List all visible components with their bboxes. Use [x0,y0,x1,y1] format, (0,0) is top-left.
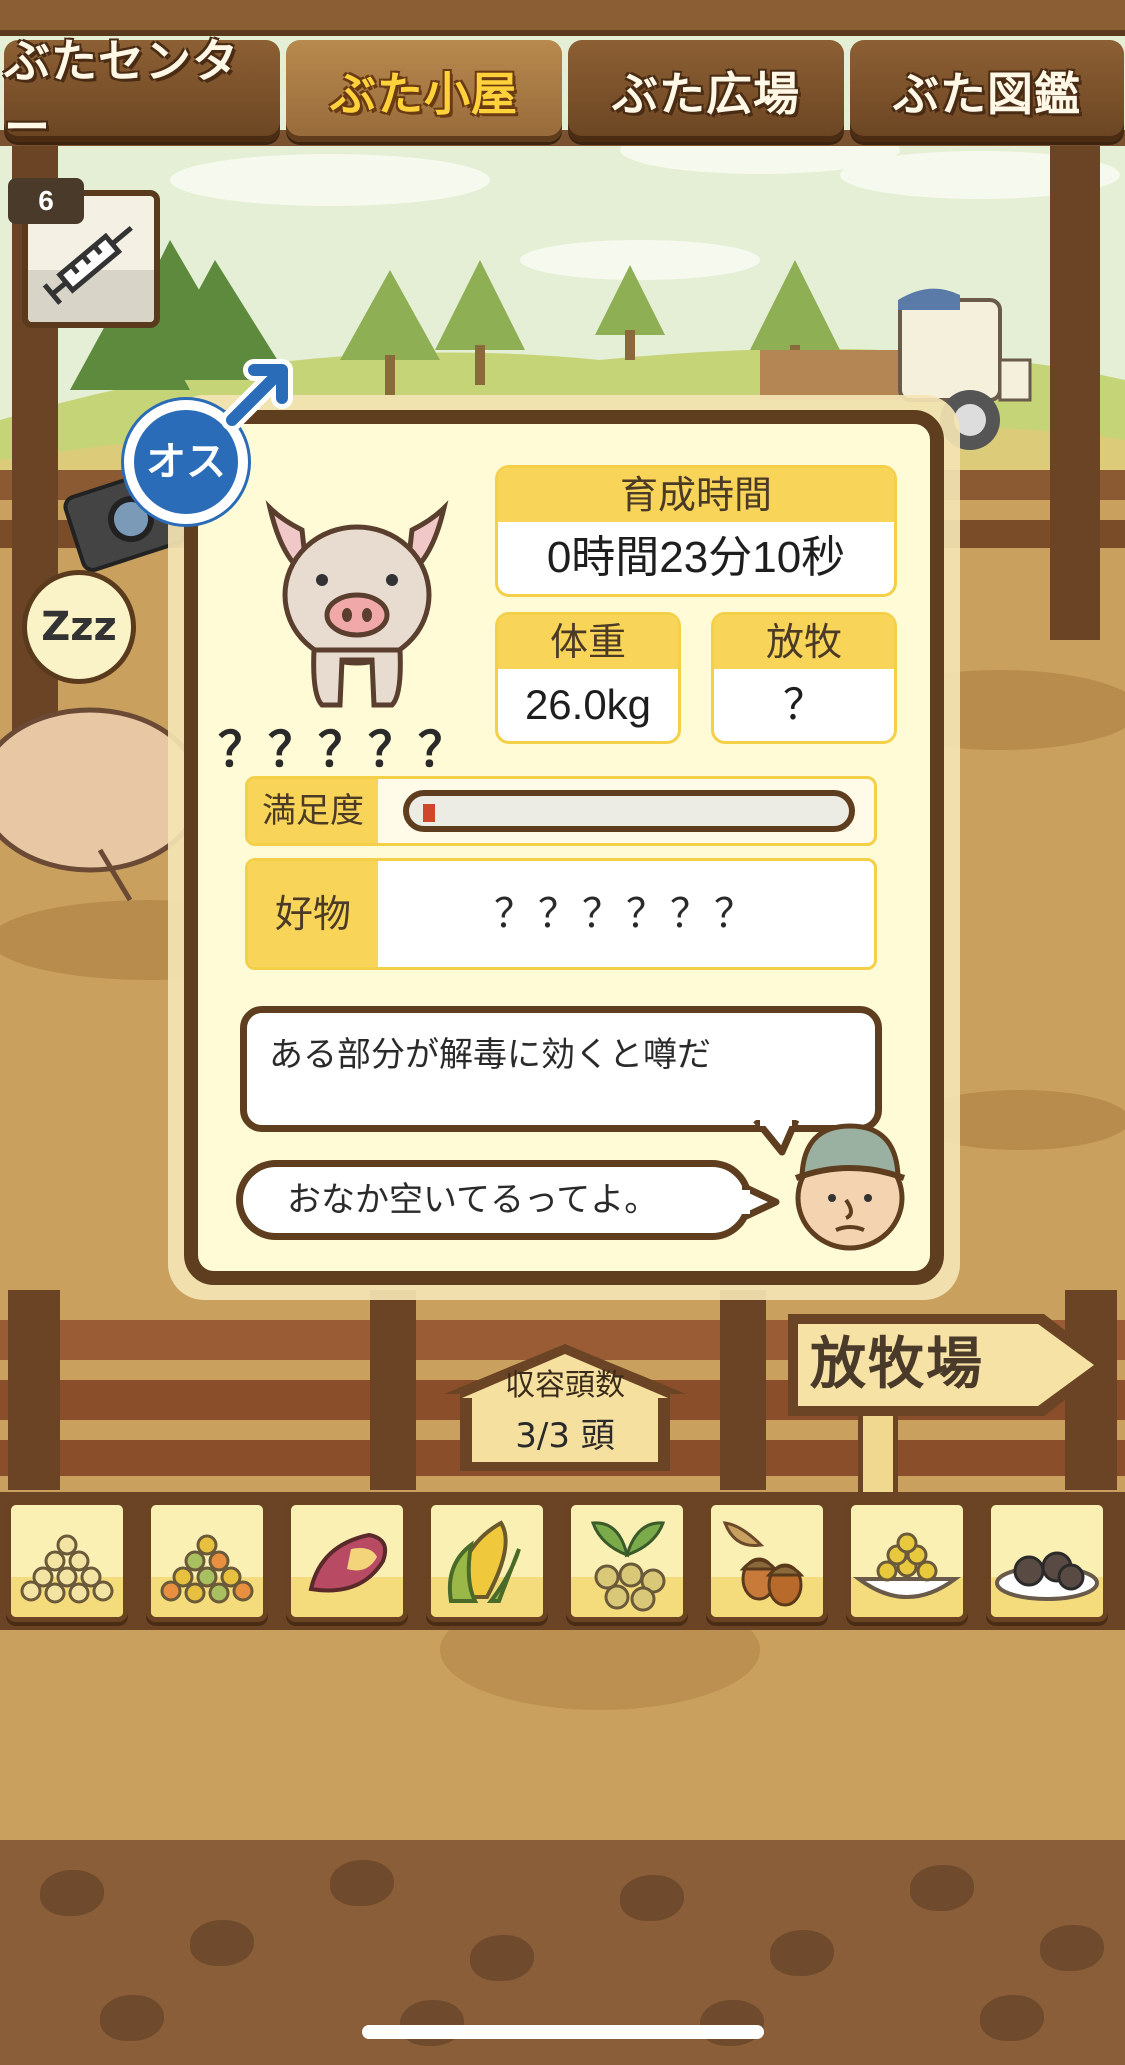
favorite-food-row: 好物 ？？？？？？ [245,858,877,970]
satisfaction-label: 満足度 [248,779,378,843]
grazing-value: ？ [782,681,825,728]
favorite-food-label: 好物 [248,861,378,967]
satisfaction-row: 満足度 [245,776,877,846]
food-slot-bean-dish[interactable] [846,1500,968,1622]
pasture-sign-label: 放牧場 [810,1332,984,1397]
satisfaction-bar [403,790,855,832]
food-slot-corn[interactable] [426,1500,548,1622]
weight-value: 26.0kg [524,681,652,728]
growth-time-panel: 育成時間 0時間23分10秒 [495,465,897,597]
soybeans-icon [20,1534,114,1604]
corn-icon [447,1520,521,1603]
food-slot-acorns[interactable] [706,1500,828,1622]
home-indicator[interactable] [362,2025,764,2039]
food-slot-mixed-grains[interactable] [146,1500,268,1622]
capacity-value: 3/3 頭 [515,1416,615,1456]
capacity-label: 収容頭数 [505,1368,625,1403]
pig-name: ？？？？？ [218,722,469,778]
syringe-icon [42,225,133,305]
satisfaction-bar-fill [423,804,435,822]
medicine-count-badge: 6 [8,178,84,224]
mixed-grains-icon [160,1534,254,1604]
tab-buta-hiroba[interactable]: ぶた広場 [568,40,844,142]
favorite-food-value: ？？？？？？ [494,891,758,937]
weight-panel: 体重 26.0kg [495,612,681,744]
grazing-label: 放牧 [714,615,894,669]
sweet-potato-icon [308,1532,388,1593]
bean-dish-icon [852,1532,962,1599]
tab-buta-zukan[interactable]: ぶた図鑑 [850,40,1124,142]
male-symbol-icon [221,359,293,431]
truffle-plate-icon [995,1551,1099,1601]
food-slot-sweet-potato[interactable] [286,1500,408,1622]
weight-label: 体重 [498,615,678,669]
sleep-bubble: Zzz [22,570,136,684]
farmer-comment-bubble: おなか空いてるってよ。 [236,1160,752,1240]
grazing-panel: 放牧 ？ [711,612,897,744]
trivia-box: ある部分が解毒に効くと噂だ [240,1006,882,1132]
pasture-sign[interactable]: 放牧場 [784,1310,1114,1420]
farmer-comment-tail [742,1182,780,1222]
growth-time-label: 育成時間 [498,468,894,522]
food-slot-truffle-plate[interactable] [986,1500,1108,1622]
food-slot-herb-nuts[interactable] [566,1500,688,1622]
acorns-icon [722,1521,805,1607]
tab-buta-center[interactable]: ぶたセンター [4,34,280,154]
pig-portrait [265,500,449,708]
food-slot-soybeans[interactable] [6,1500,128,1622]
tab-buta-goya[interactable]: ぶた小屋 [286,40,562,142]
herb-nuts-icon [590,1521,666,1612]
farmer-avatar [794,1123,906,1251]
growth-time-value: 0時間23分10秒 [546,533,846,582]
